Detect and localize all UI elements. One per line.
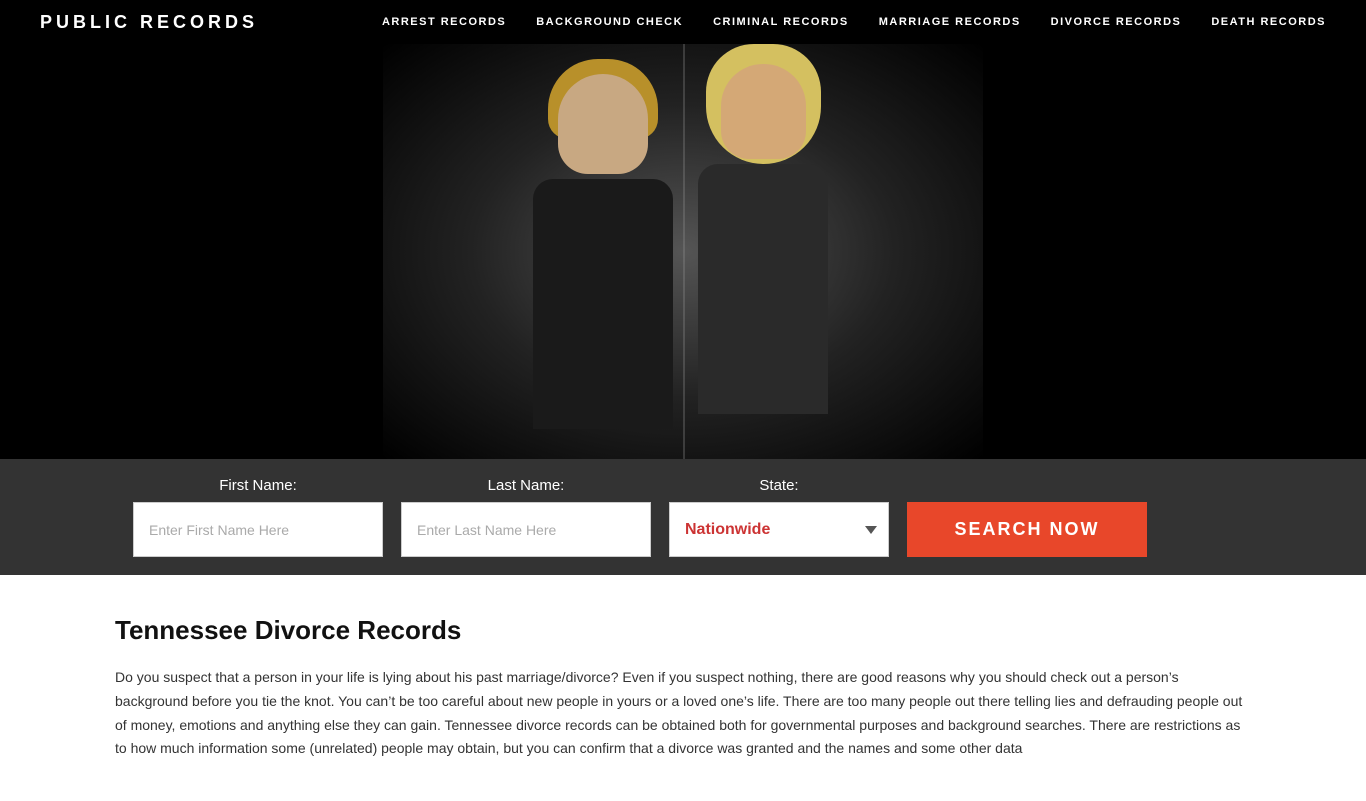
person-left bbox=[513, 74, 693, 454]
nav-item-criminal-records[interactable]: CRIMINAL RECORDS bbox=[713, 16, 849, 28]
search-inner: First Name: Last Name: State: Nationwide… bbox=[113, 459, 1253, 575]
page-title: Tennessee Divorce Records bbox=[115, 615, 1251, 646]
person-left-body bbox=[533, 179, 673, 429]
state-label: State: bbox=[669, 477, 889, 494]
last-name-input[interactable] bbox=[401, 502, 651, 557]
site-logo[interactable]: PUBLIC RECORDS bbox=[40, 12, 258, 33]
state-select-wrapper: NationwideAlabamaAlaskaArizonaArkansasCa… bbox=[669, 502, 889, 557]
first-name-input[interactable] bbox=[133, 502, 383, 557]
person-right-body bbox=[698, 164, 828, 414]
content-paragraph: Do you suspect that a person in your lif… bbox=[115, 666, 1251, 761]
nav-item-marriage-records[interactable]: MARRIAGE RECORDS bbox=[879, 16, 1021, 28]
state-select[interactable]: NationwideAlabamaAlaskaArizonaArkansasCa… bbox=[669, 502, 889, 557]
content-section: Tennessee Divorce Records Do you suspect… bbox=[0, 575, 1366, 801]
hero-overlay-left bbox=[0, 44, 350, 459]
last-name-label: Last Name: bbox=[401, 477, 651, 494]
first-name-field: First Name: bbox=[133, 477, 383, 557]
nav-item-divorce-records[interactable]: DIVORCE RECORDS bbox=[1051, 16, 1182, 28]
nav-item-arrest-records[interactable]: ARREST RECORDS bbox=[382, 16, 506, 28]
person-right bbox=[673, 64, 853, 444]
first-name-label: First Name: bbox=[133, 477, 383, 494]
search-now-button[interactable]: SEARCH NOW bbox=[907, 502, 1147, 557]
state-field: State: NationwideAlabamaAlaskaArizonaArk… bbox=[669, 477, 889, 557]
person-right-head bbox=[721, 64, 806, 159]
person-right-hair bbox=[706, 44, 821, 164]
person-left-head bbox=[558, 74, 648, 174]
main-nav: ARREST RECORDS BACKGROUND CHECK CRIMINAL R… bbox=[382, 16, 1326, 28]
nav-item-background-check[interactable]: BACKGROUND CHECK bbox=[536, 16, 683, 28]
last-name-field: Last Name: bbox=[401, 477, 651, 557]
person-left-hair bbox=[548, 59, 658, 139]
hero-overlay-right bbox=[1016, 44, 1366, 459]
hero-section bbox=[0, 44, 1366, 459]
header: PUBLIC RECORDS ARREST RECORDS BACKGROUND … bbox=[0, 0, 1366, 44]
nav-item-death-records[interactable]: DEATH RECORDS bbox=[1211, 16, 1326, 28]
search-section: First Name: Last Name: State: Nationwide… bbox=[0, 459, 1366, 575]
